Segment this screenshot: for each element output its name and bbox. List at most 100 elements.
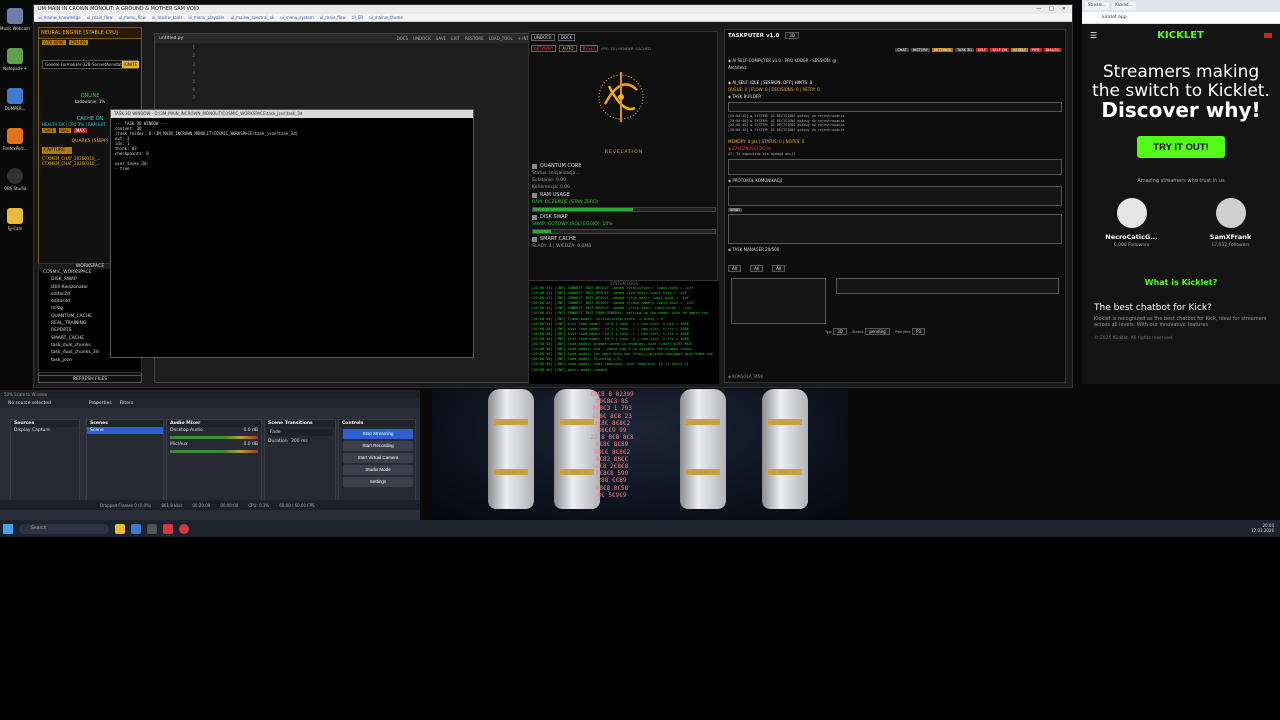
tab-history[interactable]: HISTORY [910,48,930,52]
app-icon[interactable] [179,523,189,534]
stop-streaming-button[interactable]: Stop Streaming [343,429,413,439]
editor-filename[interactable]: untitled.py [159,36,183,41]
bal-button[interactable]: BAL [59,128,71,133]
flag-icon[interactable] [1263,33,1272,38]
chat-input[interactable] [728,213,1062,244]
mode-select[interactable]: 3D [785,32,799,39]
properties-button[interactable]: Properties [89,401,112,406]
desktop-icon-fycam[interactable]: Fy-Cam [0,200,30,238]
max-button[interactable]: MAX [73,128,87,133]
tab-item[interactable]: ui_menu_system [280,14,314,21]
duration-input[interactable]: 300 ms [288,439,310,444]
editor-menu-item[interactable]: EXIT [451,36,460,41]
tab-self[interactable]: SELF [975,48,989,52]
filter-select-3[interactable]: All [772,264,786,272]
tab-task-3d[interactable]: TASK 3D [955,48,974,52]
browser-tab[interactable]: Stream... [1085,2,1110,10]
filter-select-1[interactable]: All [728,264,741,272]
type-select[interactable]: 3D [833,327,847,335]
tab-item[interactable]: UI_ER [352,14,363,21]
dock-button[interactable]: DOCK [557,34,576,41]
desktop-icon-music-webcam[interactable]: Music Webcam [0,0,30,38]
tab-self-on[interactable]: SELF ON [990,48,1010,52]
tab-dialog[interactable]: DIALOG [1043,48,1061,52]
task-window-title[interactable]: TASK 3D WINDOW - D:\3M_MAIN_INCROWN_MONO… [111,110,473,118]
settings-button[interactable]: Settings [343,477,413,487]
filter-select-2[interactable]: All [750,264,764,272]
desktop-icon-dumper[interactable]: DUMPER... [0,80,30,118]
task-list[interactable] [731,277,826,324]
editor-menu-item[interactable]: UNDOCK [413,36,431,41]
task-detail-box[interactable] [836,277,1059,294]
window-titlebar[interactable]: UM MAIN IN CROWN MONOLIT: A GROUND & MOT… [34,5,1072,14]
taskbar-search[interactable]: Search [19,523,109,534]
what-is-kicklet[interactable]: What is Kicklet? [1082,278,1280,287]
priority-select[interactable]: P3 [912,327,926,335]
tab-item[interactable]: ui_main_flow [320,14,346,21]
try-it-out-button[interactable]: TRY IT OUT! [1137,136,1225,158]
auto-button[interactable]: AUTO [559,45,577,52]
studio-mode-button[interactable]: Studio Mode [343,465,413,475]
gold-band [494,469,528,475]
reset-button[interactable]: RESET [579,45,599,52]
app-icon[interactable] [163,523,173,534]
virtual-camera-button[interactable]: Start Virtual Camera [343,453,413,463]
desktop-screen: Music Webcam Notepad++ DUMPER... Firefox… [0,0,1280,537]
task-window-content[interactable]: --- TASK 3D WINDOW --- content: 3D [task… [111,118,473,174]
ai-output-box[interactable] [728,158,1062,175]
desktop-audio-meter[interactable] [170,436,258,439]
editor-menu-item[interactable]: SAVE [436,36,446,41]
system-tray-clock[interactable]: 20:04 12.03.2026 [1251,523,1274,533]
filters-button[interactable]: Filters [120,401,134,406]
tab-item[interactable]: ui_menu_flow [118,14,145,21]
browser-icon[interactable] [131,523,141,534]
ignite-button[interactable]: IGNITE [121,61,139,68]
transition-select[interactable]: Fade [267,429,333,436]
tab-item[interactable]: ui_main_flow [87,14,113,21]
source-item[interactable]: Display Capture [11,427,79,434]
mic-audio-meter[interactable] [170,450,258,453]
minimize-icon[interactable]: — [1036,5,1041,14]
maximize-icon[interactable]: □ [1049,5,1054,14]
task-builder-input[interactable] [728,102,1062,112]
tab-item[interactable]: ui_mainw_tools [152,14,183,21]
refresh-files-button[interactable]: REFRESH FILES [38,375,142,383]
browser-tab-active[interactable]: Kicklet... [1112,2,1136,10]
channel-name: Desktop Audio [170,428,203,433]
tab-settings[interactable]: SETTINGS [931,48,954,52]
editor-menu-item[interactable]: LOAD_TOOL [489,36,513,41]
tab-item[interactable]: ui_menu_playable [188,14,224,21]
editor-menu-item[interactable]: RESTORE [465,36,484,41]
tab-item[interactable]: ui_mainw_spectral_ok [230,14,274,21]
protocol-box[interactable] [728,185,1062,206]
tab-pipe[interactable]: PIPE [1030,48,1042,52]
app-icon[interactable] [147,523,157,534]
undock-button[interactable]: UNDOCK [531,34,555,41]
address-bar[interactable]: kicklet.app [1082,12,1280,24]
tab-item[interactable]: ui_mainw_theme [369,14,403,21]
file-explorer-icon[interactable] [115,523,125,534]
clock-date: 12.03.2026 [1251,528,1274,533]
start-recording-button[interactable]: Start Recording [343,441,413,451]
scene-item[interactable]: Scene [87,427,163,434]
log-list[interactable]: [20:00:41] [INF] CONNECT_INIT_RESULT: ad… [529,286,719,373]
tab-item[interactable]: ui_mainw_knowledge [38,14,81,21]
capture-button[interactable]: CAPTURE [42,147,72,154]
desktop-icon-notepad[interactable]: Notepad++ [0,40,30,78]
desktop-icon-firefox[interactable]: FirefoxPort... [0,120,30,158]
line-number: 6 [192,87,195,93]
close-icon[interactable]: ✕ [1062,5,1066,14]
menu-icon[interactable]: ☰ [1090,31,1097,40]
windows-start-icon[interactable] [3,523,13,534]
tab-ai-self[interactable]: AI SELF [1011,48,1029,52]
send-button[interactable]: SEND [728,207,742,212]
editor-menu-item[interactable]: DOCS [397,36,409,41]
streamer-card[interactable]: NecroCaticG... 6,008 Followers [1092,198,1172,248]
tab-chat[interactable]: CHAT [895,48,909,52]
status-select[interactable]: pending [865,327,890,335]
desktop-icon-obs[interactable]: OBS Studio [0,160,30,198]
safe-button[interactable]: SAFE [42,128,57,133]
streamer-card[interactable]: SamXFrank 17,032 Followers [1191,198,1271,248]
kicklet-logo[interactable]: KICKLET [1157,30,1204,41]
active-button[interactable]: AKTYWNY [531,45,557,52]
